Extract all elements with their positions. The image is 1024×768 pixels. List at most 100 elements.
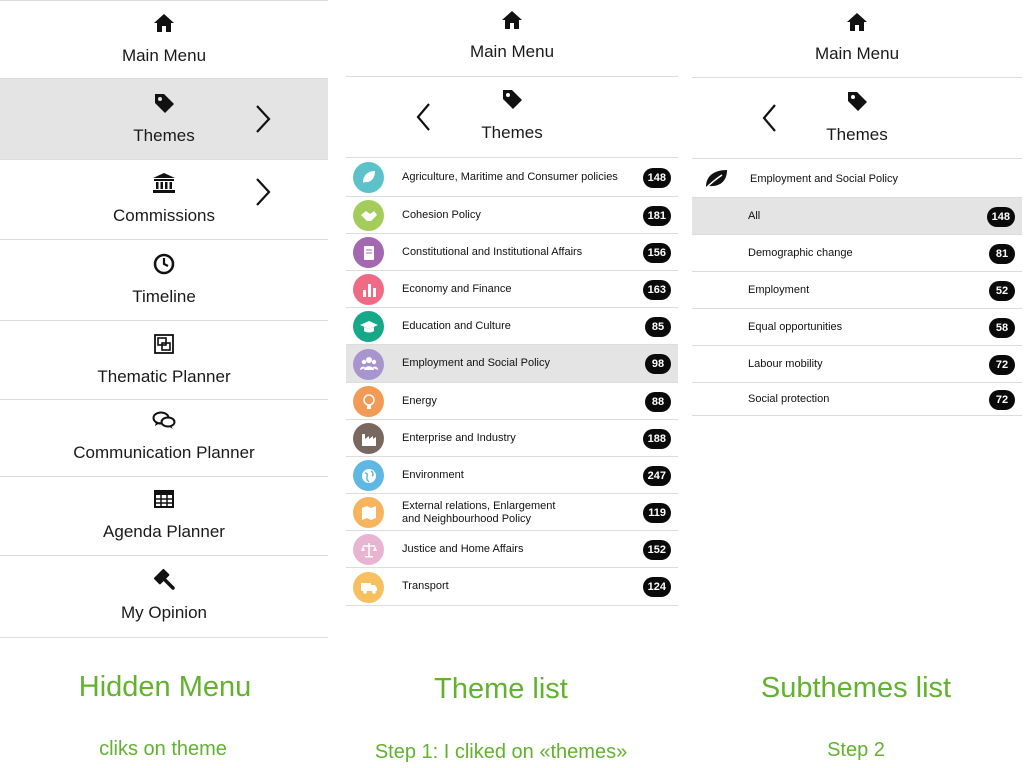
theme-row[interactable]: Enterprise and Industry 188 bbox=[346, 420, 678, 457]
tag-icon bbox=[346, 88, 678, 110]
menu-item-my-opinion[interactable]: My Opinion bbox=[0, 556, 328, 638]
theme-label: Transport bbox=[402, 580, 449, 592]
menu-item-label: Timeline bbox=[132, 287, 196, 306]
globe-icon bbox=[353, 460, 384, 491]
caption-subthemes-list-sub: Step 2 bbox=[827, 739, 885, 761]
theme-list: Agriculture, Maritime and Consumer polic… bbox=[346, 158, 678, 606]
main-menu-header[interactable]: Main Menu bbox=[692, 0, 1022, 78]
table-icon bbox=[0, 489, 328, 509]
main-menu-header[interactable]: Main Menu bbox=[346, 0, 678, 77]
menu-item-label: My Opinion bbox=[121, 603, 207, 622]
theme-label: Employment and Social Policy bbox=[402, 357, 550, 369]
leaf-icon bbox=[353, 162, 384, 193]
menu-item-timeline[interactable]: Timeline bbox=[0, 240, 328, 321]
graduation-cap-icon bbox=[353, 311, 384, 342]
menu-item-agenda-planner[interactable]: Agenda Planner bbox=[0, 477, 328, 556]
theme-row[interactable]: Energy 88 bbox=[346, 383, 678, 420]
bank-icon bbox=[0, 172, 328, 194]
menu-item-label: Communication Planner bbox=[73, 443, 255, 462]
subtheme-label: Social protection bbox=[748, 392, 830, 405]
subtheme-row[interactable]: Labour mobility 72 bbox=[692, 346, 1022, 383]
subtheme-label: Labour mobility bbox=[748, 357, 823, 370]
count-badge: 98 bbox=[645, 354, 671, 374]
theme-label: Economy and Finance bbox=[402, 282, 512, 295]
clock-icon bbox=[0, 253, 328, 275]
count-badge: 85 bbox=[645, 316, 671, 337]
subtheme-row[interactable]: Social protection 72 bbox=[692, 383, 1022, 416]
subthemes-list: All 148 Demographic change 81 Employment 52 Eq… bbox=[692, 198, 1022, 416]
overlap-squares-icon bbox=[0, 333, 328, 355]
theme-row[interactable]: Cohesion Policy 181 bbox=[346, 197, 678, 234]
theme-label: Education and Culture bbox=[402, 319, 511, 332]
menu-item-label: Themes bbox=[133, 126, 195, 145]
theme-row[interactable]: Employment and Social Policy 98 bbox=[346, 345, 678, 383]
lightbulb-icon bbox=[353, 386, 384, 417]
menu-item-label: Commissions bbox=[112, 206, 216, 225]
selected-theme-row[interactable]: Employment and Social Policy bbox=[692, 159, 1022, 198]
count-badge: 148 bbox=[986, 206, 1015, 227]
count-badge: 181 bbox=[642, 205, 671, 226]
menu-item-label: Agenda Planner bbox=[103, 522, 225, 541]
menu-item-commissions[interactable]: Commissions bbox=[0, 160, 328, 240]
subtheme-label: Demographic change bbox=[748, 246, 853, 259]
truck-icon bbox=[353, 571, 384, 603]
chevron-right-icon[interactable] bbox=[252, 103, 274, 135]
count-badge: 188 bbox=[642, 428, 671, 449]
book-icon bbox=[353, 237, 384, 268]
subtheme-label: Employment bbox=[748, 283, 810, 296]
menu-item-communication-planner[interactable]: Communication Planner bbox=[0, 400, 328, 477]
chevron-right-icon[interactable] bbox=[252, 176, 274, 208]
subtheme-label: All bbox=[748, 209, 761, 222]
theme-label: Agriculture, Maritime and Consumer polic… bbox=[402, 170, 618, 183]
count-badge: 72 bbox=[989, 354, 1015, 375]
handshake-icon bbox=[353, 200, 384, 231]
gavel-icon bbox=[0, 568, 328, 590]
subtheme-row[interactable]: Demographic change 81 bbox=[692, 235, 1022, 272]
themes-title: Themes bbox=[481, 123, 543, 142]
count-badge: 163 bbox=[642, 279, 671, 300]
home-icon bbox=[0, 13, 328, 33]
count-badge: 152 bbox=[642, 539, 671, 560]
menu-item-main-menu[interactable]: Main Menu bbox=[0, 0, 328, 79]
theme-label: Enterprise and Industry bbox=[402, 431, 516, 444]
count-badge: 119 bbox=[643, 502, 671, 523]
subtheme-row[interactable]: All 148 bbox=[692, 198, 1022, 235]
factory-icon bbox=[353, 423, 384, 454]
subtheme-label: Equal opportunities bbox=[748, 320, 843, 333]
caption-hidden-menu-sub: cliks on theme bbox=[99, 738, 227, 760]
tag-icon bbox=[0, 92, 328, 114]
subthemes-list-panel: Main Menu Themes Employment and Social P… bbox=[692, 0, 1022, 416]
theme-label: Energy bbox=[402, 394, 437, 407]
bar-chart-icon bbox=[353, 274, 384, 305]
theme-row[interactable]: External relations, Enlargement and Neigh… bbox=[346, 494, 678, 531]
theme-row[interactable]: Agriculture, Maritime and Consumer polic… bbox=[346, 158, 678, 197]
scales-icon bbox=[353, 534, 384, 565]
theme-row[interactable]: Constitutional and Institutional Affairs… bbox=[346, 234, 678, 271]
count-badge: 81 bbox=[989, 243, 1015, 264]
theme-row[interactable]: Environment 247 bbox=[346, 457, 678, 494]
theme-label: Cohesion Policy bbox=[402, 208, 481, 221]
count-badge: 58 bbox=[989, 317, 1015, 338]
count-badge: 156 bbox=[642, 242, 671, 263]
tag-icon bbox=[692, 90, 1022, 112]
main-menu-label: Main Menu bbox=[469, 42, 555, 61]
people-icon bbox=[353, 348, 384, 380]
subtheme-row[interactable]: Equal opportunities 58 bbox=[692, 309, 1022, 346]
main-menu-label: Main Menu bbox=[814, 44, 900, 63]
menu-item-thematic-planner[interactable]: Thematic Planner bbox=[0, 321, 328, 400]
count-badge: 52 bbox=[989, 280, 1015, 301]
theme-label: Constitutional and Institutional Affairs bbox=[402, 245, 583, 258]
theme-list-panel: Main Menu Themes Agriculture, Maritime a… bbox=[346, 0, 678, 606]
caption-theme-list-sub: Step 1: I cliked on «themes» bbox=[374, 741, 628, 763]
theme-label: Environment bbox=[402, 468, 464, 481]
themes-header: Themes bbox=[692, 78, 1022, 159]
theme-row[interactable]: Transport 124 bbox=[346, 568, 678, 606]
hidden-menu-panel: Main Menu Themes Commissions Timeline Th… bbox=[0, 0, 328, 638]
home-icon bbox=[692, 12, 1022, 32]
theme-row[interactable]: Economy and Finance 163 bbox=[346, 271, 678, 308]
subtheme-row[interactable]: Employment 52 bbox=[692, 272, 1022, 309]
theme-row[interactable]: Education and Culture 85 bbox=[346, 308, 678, 345]
menu-item-themes[interactable]: Themes bbox=[0, 79, 328, 160]
caption-hidden-menu: Hidden Menu bbox=[78, 671, 252, 703]
theme-row[interactable]: Justice and Home Affairs 152 bbox=[346, 531, 678, 568]
